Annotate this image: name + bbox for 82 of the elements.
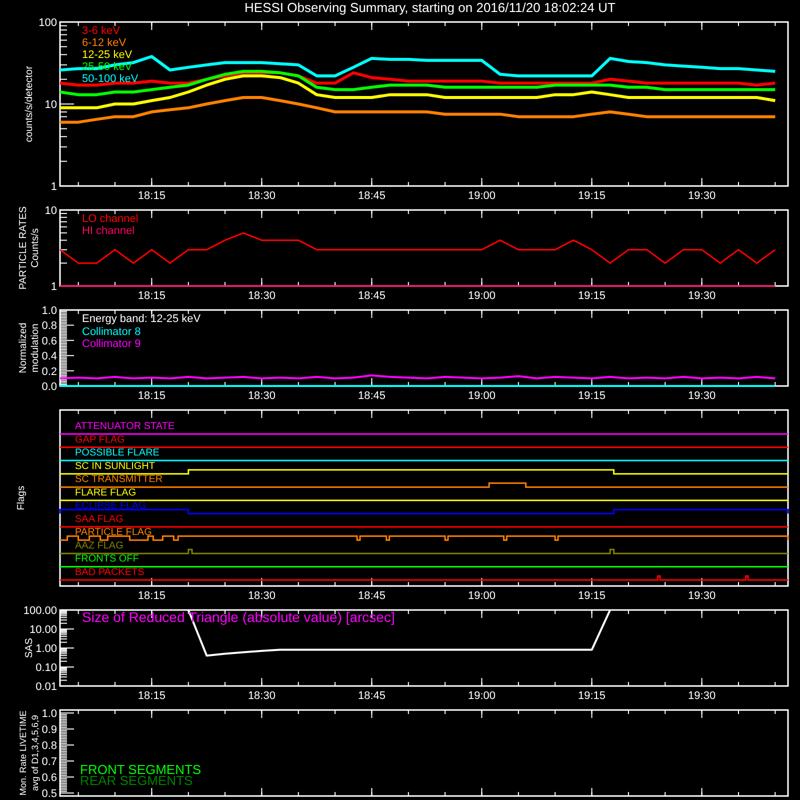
tick-label: 18:45	[358, 690, 386, 702]
flag-label: SAA FLAG	[75, 514, 124, 525]
tick-label: 18:15	[138, 290, 166, 302]
tick-label: 1.0	[42, 708, 57, 720]
tick-label: 18:30	[248, 590, 276, 602]
flag-label: BAD PACKETS	[75, 567, 144, 578]
tick-label: 19:30	[688, 590, 716, 602]
tick-label: 10.00	[29, 624, 57, 636]
tick-label: 19:30	[688, 390, 716, 402]
axis-label: SAS	[24, 638, 35, 658]
tick-label: 18:30	[248, 190, 276, 202]
axis-label: Mon. Rate LIVETIME	[18, 710, 28, 796]
flag-label: SC TRANSMITTER	[75, 474, 163, 486]
tick-label: 18:15	[138, 390, 166, 402]
tick-label: 0.10	[36, 662, 57, 674]
tick-label: 18:30	[248, 290, 276, 302]
tick-label: 18:15	[138, 190, 166, 202]
tick-label: 0.9	[42, 724, 57, 736]
legend-label: HI channel	[82, 225, 135, 237]
axis-label: Normalized	[18, 322, 29, 374]
tick-label: 10	[44, 99, 57, 111]
tick-label: 19:15	[578, 190, 606, 202]
legend-label: LO channel	[82, 213, 138, 225]
flag-label: ECLIPSE FLAG	[75, 500, 146, 512]
tick-label: 100	[38, 17, 57, 29]
tick-label: 19:30	[688, 690, 716, 702]
tick-label: 0.8	[42, 740, 57, 752]
tick-label: 18:45	[358, 290, 386, 302]
tick-label: 1	[50, 181, 57, 193]
tick-label: 1	[50, 281, 57, 293]
legend-label: 12-25 keV	[82, 49, 132, 61]
tick-label: 18:15	[138, 690, 166, 702]
tick-label: 19:00	[468, 590, 496, 602]
flag-label: SC IN SUNLIGHT	[75, 460, 156, 472]
legend-label: Collimator 9	[82, 338, 141, 350]
tick-label: 18:15	[138, 590, 166, 602]
flag-label: ATTENUATOR STATE	[75, 421, 175, 432]
legend-label: Energy band: 12-25 keV	[82, 313, 201, 325]
flag-label: FRONTS OFF	[75, 554, 139, 565]
flag-label: PARTICLE FLAG	[75, 527, 152, 538]
legend-label: 6-12 keV	[82, 37, 126, 49]
tick-label: 18:45	[358, 190, 386, 202]
tick-label: 19:00	[468, 390, 496, 402]
tick-label: 0.8	[42, 320, 57, 332]
axis-label: counts/s/detector	[24, 66, 35, 142]
tick-label: 1.00	[36, 643, 57, 655]
tick-label: 19:00	[468, 190, 496, 202]
legend-label: 3-6 keV	[82, 25, 120, 37]
tick-label: 0.0	[42, 381, 57, 393]
tick-label: 18:45	[358, 390, 386, 402]
tick-label: 0.01	[36, 681, 57, 693]
tick-label: 19:15	[578, 590, 606, 602]
flag-label: GAP FLAG	[75, 434, 125, 446]
tick-label: 10	[44, 205, 57, 217]
tick-label: 19:00	[468, 290, 496, 302]
tick-label: 1.0	[42, 305, 57, 317]
tick-label: 19:30	[688, 190, 716, 202]
tick-label: 100.00	[23, 605, 57, 617]
axis-label: Counts/s	[30, 228, 41, 268]
tick-label: 18:45	[358, 590, 386, 602]
tick-label: 19:30	[688, 290, 716, 302]
tick-label: 19:00	[468, 690, 496, 702]
tick-label: 18:30	[248, 690, 276, 702]
tick-label: 0.7	[42, 756, 57, 768]
flag-label: AAZ FLAG	[75, 540, 124, 552]
flag-label: POSSIBLE FLARE	[75, 448, 160, 459]
tick-label: 19:15	[578, 290, 606, 302]
tick-label: 0.6	[42, 335, 57, 348]
tick-label: 19:15	[578, 390, 606, 402]
tick-label: 0.4	[42, 350, 57, 363]
axis-label: Flags	[16, 486, 27, 510]
axis-label: avg of D1,3,4,5,6,9	[30, 714, 40, 792]
tick-label: 0.6	[42, 772, 57, 784]
tick-label: 0.5	[42, 788, 57, 800]
tick-label: 18:30	[248, 390, 276, 402]
axis-label: PARTICLE RATES	[18, 206, 29, 290]
tick-label: 0.2	[42, 366, 57, 378]
legend-label: Collimator 8	[82, 326, 141, 338]
chart-title: HESSI Observing Summary, starting on 2016/11/20 18:02:24 UT	[244, 0, 616, 16]
flag-label: FLARE FLAG	[75, 487, 136, 498]
axis-label: modulation	[30, 324, 41, 372]
tick-label: 19:15	[578, 690, 606, 702]
